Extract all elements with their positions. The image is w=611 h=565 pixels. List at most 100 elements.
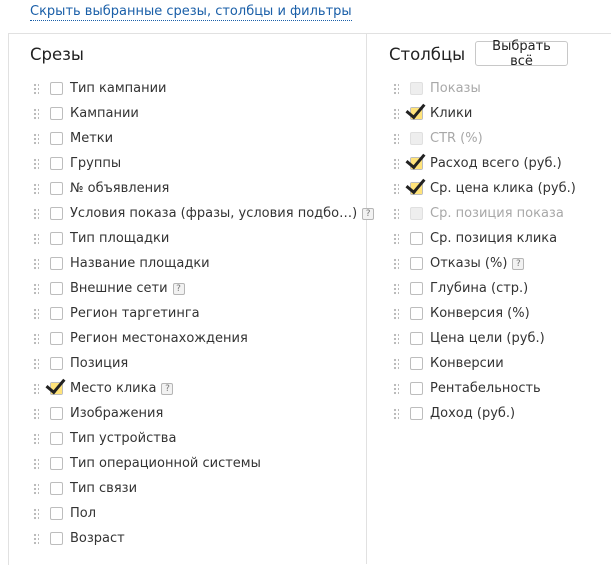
checkbox[interactable] xyxy=(50,107,63,120)
checkbox[interactable] xyxy=(50,407,63,420)
slice-item[interactable]: Тип операционной системы xyxy=(33,451,374,476)
drag-handle-icon[interactable] xyxy=(393,307,399,320)
drag-handle-icon[interactable] xyxy=(33,307,39,320)
checkbox-checked[interactable] xyxy=(410,157,423,170)
drag-handle-icon[interactable] xyxy=(33,332,39,345)
help-icon[interactable]: ? xyxy=(161,382,174,395)
checkbox[interactable] xyxy=(410,382,423,395)
drag-handle-icon[interactable] xyxy=(393,107,399,120)
slice-item[interactable]: Название площадки xyxy=(33,251,374,276)
select-all-button[interactable]: Выбрать всё xyxy=(475,39,568,69)
checkbox[interactable] xyxy=(50,482,63,495)
slice-item[interactable]: Тип устройства xyxy=(33,426,374,451)
checkbox[interactable] xyxy=(50,307,63,320)
column-item[interactable]: Ср. позиция клика xyxy=(393,226,576,251)
slice-item[interactable]: № объявления xyxy=(33,176,374,201)
slice-item[interactable]: Метки xyxy=(33,126,374,151)
drag-handle-icon[interactable] xyxy=(33,182,39,195)
slice-item[interactable]: Кампании xyxy=(33,101,374,126)
drag-handle-icon[interactable] xyxy=(393,207,399,220)
checkbox[interactable] xyxy=(50,232,63,245)
checkbox[interactable] xyxy=(50,507,63,520)
slice-item[interactable]: Место клика? xyxy=(33,376,374,401)
checkbox[interactable] xyxy=(50,432,63,445)
drag-handle-icon[interactable] xyxy=(33,257,39,270)
checkbox[interactable] xyxy=(50,82,63,95)
column-item[interactable]: Отказы (%)? xyxy=(393,251,576,276)
column-item[interactable]: Глубина (стр.) xyxy=(393,276,576,301)
column-item[interactable]: Доход (руб.) xyxy=(393,401,576,426)
slice-item[interactable]: Внешние сети? xyxy=(33,276,374,301)
help-icon[interactable]: ? xyxy=(512,257,525,270)
checkbox-checked[interactable] xyxy=(410,182,423,195)
drag-handle-icon[interactable] xyxy=(33,432,39,445)
checkbox[interactable] xyxy=(50,257,63,270)
drag-handle-icon[interactable] xyxy=(393,132,399,145)
slice-item[interactable]: Пол xyxy=(33,501,374,526)
slice-item[interactable]: Тип кампании xyxy=(33,76,374,101)
drag-handle-icon[interactable] xyxy=(393,357,399,370)
column-item[interactable]: Ср. цена клика (руб.) xyxy=(393,176,576,201)
slice-item[interactable]: Позиция xyxy=(33,351,374,376)
drag-handle-icon[interactable] xyxy=(393,382,399,395)
help-icon[interactable]: ? xyxy=(172,282,185,295)
checkbox[interactable] xyxy=(50,357,63,370)
slice-item[interactable]: Регион местонахождения xyxy=(33,326,374,351)
drag-handle-icon[interactable] xyxy=(33,207,39,220)
drag-handle-icon[interactable] xyxy=(33,82,39,95)
drag-handle-icon[interactable] xyxy=(33,232,39,245)
drag-handle-icon[interactable] xyxy=(393,157,399,170)
drag-handle-icon[interactable] xyxy=(33,132,39,145)
column-item[interactable]: Расход всего (руб.) xyxy=(393,151,576,176)
checkbox[interactable] xyxy=(50,282,63,295)
drag-handle-icon[interactable] xyxy=(33,407,39,420)
drag-handle-icon[interactable] xyxy=(393,232,399,245)
hide-selected-link[interactable]: Скрыть выбранные срезы, столбцы и фильтр… xyxy=(30,4,352,21)
drag-handle-icon[interactable] xyxy=(33,282,39,295)
drag-handle-icon[interactable] xyxy=(393,182,399,195)
checkbox-checked[interactable] xyxy=(410,107,423,120)
checkbox[interactable] xyxy=(410,282,423,295)
column-item[interactable]: Конверсии xyxy=(393,351,576,376)
checkbox[interactable] xyxy=(410,332,423,345)
drag-handle-icon[interactable] xyxy=(33,382,39,395)
column-item[interactable]: Рентабельность xyxy=(393,376,576,401)
drag-handle-icon[interactable] xyxy=(393,332,399,345)
checkbox-checked[interactable] xyxy=(50,382,63,395)
checkbox[interactable] xyxy=(410,357,423,370)
help-icon[interactable]: ? xyxy=(362,207,375,220)
drag-handle-icon[interactable] xyxy=(393,82,399,95)
drag-handle-icon[interactable] xyxy=(33,107,39,120)
drag-handle-icon[interactable] xyxy=(33,482,39,495)
column-item[interactable]: Клики xyxy=(393,101,576,126)
checkbox[interactable] xyxy=(50,182,63,195)
checkbox[interactable] xyxy=(50,457,63,470)
drag-handle-icon[interactable] xyxy=(33,507,39,520)
drag-handle-icon[interactable] xyxy=(393,282,399,295)
checkbox[interactable] xyxy=(50,332,63,345)
drag-handle-icon[interactable] xyxy=(393,407,399,420)
slice-item[interactable]: Условия показа (фразы, условия подбо…)? xyxy=(33,201,375,226)
checkbox[interactable] xyxy=(50,207,63,220)
slice-item[interactable]: Группы xyxy=(33,151,374,176)
column-item[interactable]: Конверсия (%) xyxy=(393,301,576,326)
drag-handle-icon[interactable] xyxy=(33,457,39,470)
checkbox[interactable] xyxy=(410,407,423,420)
checkbox[interactable] xyxy=(50,157,63,170)
slice-item[interactable]: Тип связи xyxy=(33,476,374,501)
slice-item-label: Регион таргетинга xyxy=(70,306,200,321)
drag-handle-icon[interactable] xyxy=(393,257,399,270)
checkbox[interactable] xyxy=(410,232,423,245)
slice-item[interactable]: Изображения xyxy=(33,401,374,426)
checkbox[interactable] xyxy=(410,257,423,270)
drag-handle-icon[interactable] xyxy=(33,532,39,545)
drag-handle-icon[interactable] xyxy=(33,357,39,370)
drag-handle-icon[interactable] xyxy=(33,157,39,170)
checkbox[interactable] xyxy=(50,532,63,545)
checkbox[interactable] xyxy=(50,132,63,145)
slice-item[interactable]: Возраст xyxy=(33,526,374,551)
slice-item[interactable]: Регион таргетинга xyxy=(33,301,374,326)
checkbox[interactable] xyxy=(410,307,423,320)
slice-item[interactable]: Тип площадки xyxy=(33,226,374,251)
column-item[interactable]: Цена цели (руб.) xyxy=(393,326,576,351)
